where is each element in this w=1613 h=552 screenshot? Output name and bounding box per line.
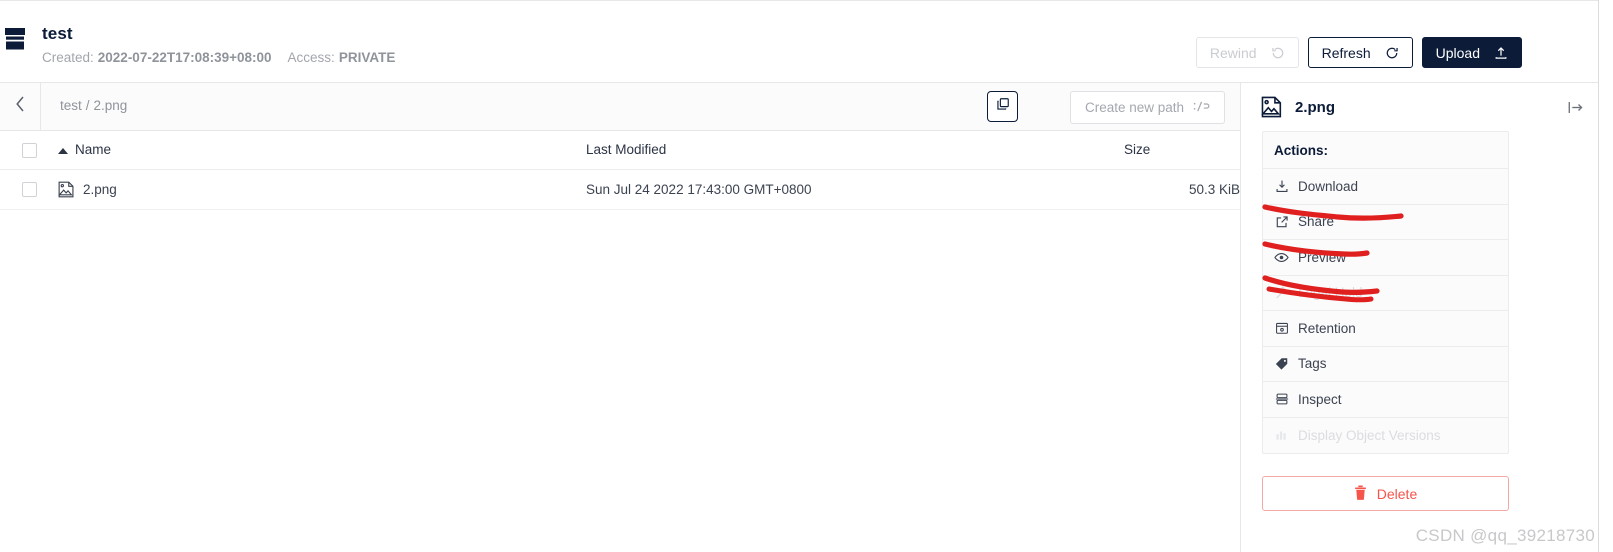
tag-icon xyxy=(1274,356,1289,371)
back-button[interactable] xyxy=(0,83,41,130)
upload-button[interactable]: Upload xyxy=(1421,37,1522,68)
eye-icon xyxy=(1274,250,1289,265)
table-header-row: Name Last Modified Size xyxy=(0,131,1240,170)
refresh-button[interactable]: Refresh xyxy=(1307,37,1413,68)
created-value: 2022-07-22T17:08:39+08:00 xyxy=(97,50,272,65)
image-file-icon xyxy=(1261,96,1283,118)
delete-button[interactable]: Delete xyxy=(1262,476,1509,511)
page-outer-margin xyxy=(1599,0,1613,552)
action-tags-label: Tags xyxy=(1298,356,1327,372)
action-preview-label: Preview xyxy=(1298,249,1347,265)
rewind-icon xyxy=(1271,46,1285,60)
column-header-name-label: Name xyxy=(75,142,112,158)
breadcrumb-current: 2.png xyxy=(93,98,128,113)
create-new-path-label: Create new path xyxy=(1084,100,1185,115)
detail-panel-header: 2.png xyxy=(1241,83,1598,131)
breadcrumb-root[interactable]: test xyxy=(60,98,82,113)
select-all-checkbox[interactable] xyxy=(22,142,37,158)
versions-icon xyxy=(1274,428,1289,443)
row-size: 50.3 KiB xyxy=(1124,169,1240,210)
page-title: test xyxy=(42,24,73,43)
object-detail-panel: 2.png Actions: Download Share Preview Le… xyxy=(1240,83,1598,552)
row-select-cell xyxy=(0,169,58,210)
rewind-button[interactable]: Rewind xyxy=(1195,37,1299,68)
calendar-icon xyxy=(1274,321,1289,336)
object-table: Name Last Modified Size 2.png Sun Jul 24… xyxy=(0,131,1240,210)
action-retention-label: Retention xyxy=(1298,320,1356,336)
action-share[interactable]: Share xyxy=(1263,205,1508,240)
trash-icon xyxy=(1354,484,1367,503)
create-new-path-button[interactable]: Create new path xyxy=(1070,91,1225,124)
table-row[interactable]: 2.png Sun Jul 24 2022 17:43:00 GMT+0800 … xyxy=(0,169,1240,210)
upload-label: Upload xyxy=(1435,44,1480,61)
action-inspect[interactable]: Inspect xyxy=(1263,382,1508,418)
copy-path-button[interactable] xyxy=(987,91,1018,122)
action-legal-hold-label: Legal Hold xyxy=(1298,285,1363,301)
actions-card: Actions: Download Share Preview Legal Ho… xyxy=(1262,131,1509,454)
gavel-icon xyxy=(1274,285,1289,300)
upload-icon xyxy=(1494,46,1508,60)
action-preview[interactable]: Preview xyxy=(1263,240,1508,276)
image-file-icon xyxy=(58,181,75,198)
column-header-last-modified-label: Last Modified xyxy=(586,142,667,158)
access-value: PRIVATE xyxy=(338,50,396,65)
inspect-icon xyxy=(1274,392,1289,407)
object-list-pane: test/2.png Create new path Name Last Mod… xyxy=(0,83,1240,552)
select-all-cell xyxy=(0,131,58,170)
row-checkbox[interactable] xyxy=(22,181,37,197)
delete-label: Delete xyxy=(1376,485,1418,502)
detail-file-name: 2.png xyxy=(1295,98,1335,116)
header-actions: Rewind Refresh Upload xyxy=(1195,37,1522,68)
created-label: Created: xyxy=(42,50,94,65)
refresh-icon xyxy=(1385,46,1399,60)
column-header-last-modified[interactable]: Last Modified xyxy=(586,131,1124,170)
action-retention[interactable]: Retention xyxy=(1263,311,1508,347)
breadcrumb-separator: / xyxy=(85,98,90,113)
share-icon xyxy=(1274,214,1289,229)
column-header-name[interactable]: Name xyxy=(58,131,586,170)
download-icon xyxy=(1274,179,1289,194)
action-display-object-versions-label: Display Object Versions xyxy=(1298,427,1441,443)
actions-title: Actions: xyxy=(1263,132,1508,169)
action-share-label: Share xyxy=(1298,214,1335,230)
path-icon xyxy=(1193,100,1210,116)
row-name-label: 2.png xyxy=(83,181,117,197)
collapse-right-icon[interactable] xyxy=(1567,99,1584,121)
bucket-meta: Created: 2022-07-22T17:08:39+08:00 Access:… xyxy=(42,50,395,65)
action-download-label: Download xyxy=(1298,178,1359,194)
minio-object-browser: test Created: 2022-07-22T17:08:39+08:00 Ac… xyxy=(0,0,1613,552)
bucket-icon xyxy=(4,27,26,53)
row-last-modified: Sun Jul 24 2022 17:43:00 GMT+0800 xyxy=(586,169,1124,210)
breadcrumb-bar: test/2.png Create new path xyxy=(0,83,1240,131)
copy-icon xyxy=(996,97,1010,116)
breadcrumb[interactable]: test/2.png xyxy=(60,98,127,113)
rewind-label: Rewind xyxy=(1209,44,1257,61)
action-download[interactable]: Download xyxy=(1263,169,1508,205)
action-inspect-label: Inspect xyxy=(1298,391,1342,407)
column-header-size-label: Size xyxy=(1124,142,1151,158)
action-legal-hold[interactable]: Legal Hold xyxy=(1263,276,1508,311)
bucket-header: test Created: 2022-07-22T17:08:39+08:00 Ac… xyxy=(0,0,1598,83)
action-tags[interactable]: Tags xyxy=(1263,347,1508,382)
row-name-cell[interactable]: 2.png xyxy=(58,169,586,210)
refresh-label: Refresh xyxy=(1321,44,1371,61)
chevron-left-icon xyxy=(14,95,27,118)
action-display-object-versions[interactable]: Display Object Versions xyxy=(1263,418,1508,454)
column-header-size[interactable]: Size xyxy=(1124,131,1240,170)
watermark: CSDN @qq_39218730 xyxy=(1415,526,1595,545)
sort-ascending-icon xyxy=(58,147,68,154)
access-label: Access: xyxy=(287,50,335,65)
